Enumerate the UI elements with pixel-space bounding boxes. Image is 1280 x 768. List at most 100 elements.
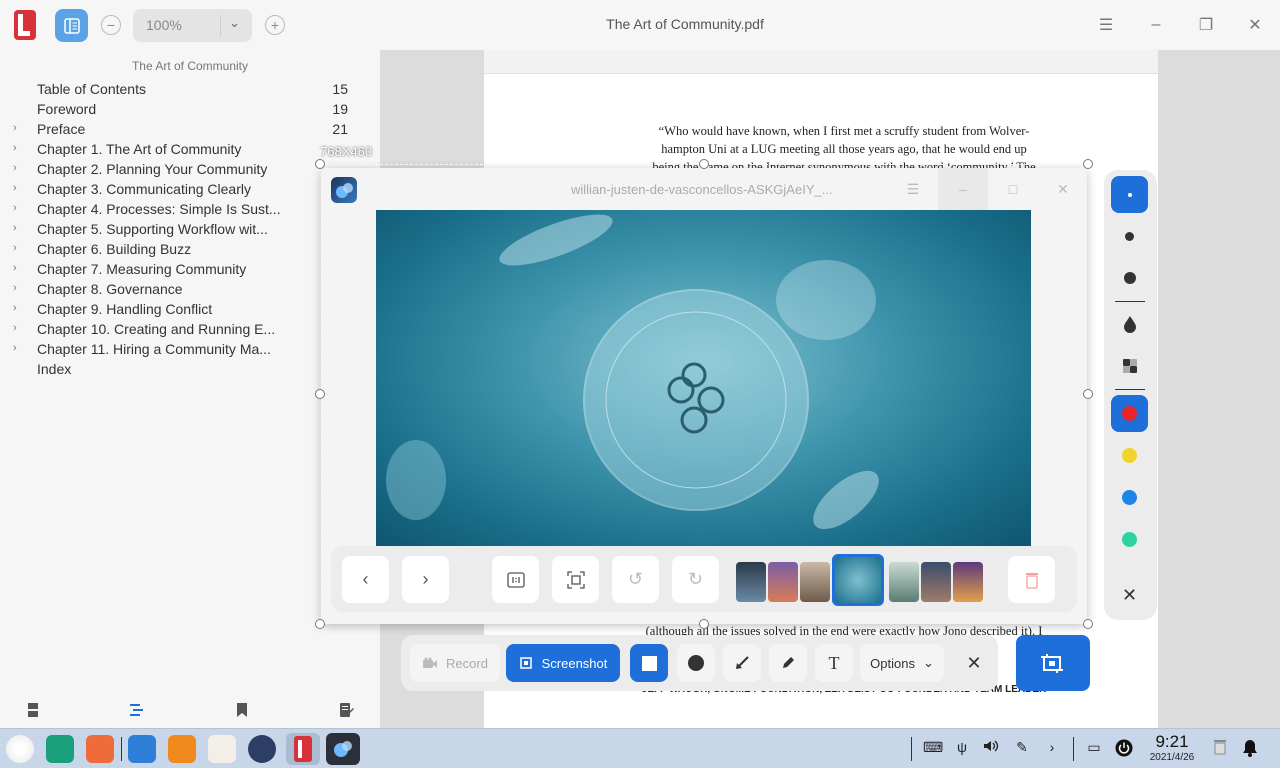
thumbnail[interactable] — [736, 562, 766, 602]
fit-to-window-icon — [566, 570, 585, 589]
thumbnail[interactable] — [921, 562, 951, 602]
file-manager-icon[interactable] — [86, 735, 114, 763]
chevron-right-icon[interactable]: › — [13, 342, 17, 354]
rotate-left-button[interactable]: ↺ — [612, 556, 659, 603]
resize-handle[interactable] — [1083, 389, 1093, 399]
toc-item[interactable]: Foreword 19 — [0, 100, 380, 120]
restore-button[interactable]: ❐ — [1193, 13, 1219, 37]
thumbnail[interactable] — [953, 562, 983, 602]
chevron-right-icon[interactable]: › — [13, 122, 17, 134]
arrow-tool-button[interactable] — [723, 644, 761, 682]
pen-tray-icon[interactable]: ✎ — [1013, 739, 1031, 757]
toc-item[interactable]: › Preface 21 — [0, 120, 380, 140]
resize-handle[interactable] — [315, 159, 325, 169]
thumbnail[interactable] — [800, 562, 830, 602]
close-button[interactable]: ✕ — [1242, 13, 1268, 37]
toc-item-title: Chapter 7. Measuring Community — [37, 261, 247, 277]
calendar-icon[interactable] — [208, 735, 236, 763]
pen-tool-button[interactable] — [769, 644, 807, 682]
package-icon[interactable] — [168, 735, 196, 763]
chevron-left-icon: ‹ — [362, 569, 369, 589]
viewer-close-button[interactable]: ✕ — [1051, 178, 1075, 200]
chevron-right-icon[interactable]: › — [13, 262, 17, 274]
settings-icon[interactable] — [248, 735, 276, 763]
chevron-right-icon[interactable]: › — [13, 182, 17, 194]
color-blue[interactable] — [1111, 479, 1148, 516]
thumbnails-tab-icon[interactable] — [25, 702, 41, 718]
multitask-view-icon[interactable] — [46, 735, 74, 763]
clock-date[interactable]: 2021/4/26 — [1141, 752, 1203, 763]
power-icon[interactable] — [1115, 739, 1133, 757]
blur-tool[interactable] — [1111, 305, 1148, 342]
notes-tab-icon[interactable] — [338, 702, 354, 718]
resize-handle[interactable] — [1083, 159, 1093, 169]
fit-window-button[interactable] — [552, 556, 599, 603]
menu-button[interactable]: ☰ — [1093, 13, 1119, 37]
thumbnail[interactable] — [768, 562, 798, 602]
brush-size-medium[interactable] — [1111, 218, 1148, 255]
onscreen-keyboard-icon[interactable]: ▭ — [1085, 739, 1103, 757]
notification-bell-icon[interactable] — [1241, 739, 1259, 757]
resize-handle[interactable] — [315, 389, 325, 399]
clock-time[interactable]: 9:21 — [1148, 732, 1196, 752]
bookmark-tab-icon[interactable] — [234, 702, 250, 718]
close-icon: ✕ — [966, 652, 982, 673]
resize-handle[interactable] — [315, 619, 325, 629]
viewer-maximize-button[interactable]: □ — [1001, 178, 1025, 200]
toc-item-title: Chapter 9. Handling Conflict — [37, 301, 213, 317]
viewer-menu-button[interactable]: ☰ — [901, 178, 925, 200]
previous-image-button[interactable]: ‹ — [342, 556, 389, 603]
viewer-title: willian-justen-de-vasconcellos-ASKGjAeIY… — [571, 182, 833, 197]
toc-item-title: Foreword — [37, 101, 97, 117]
trash-icon[interactable] — [1211, 739, 1229, 757]
palette-close-button[interactable]: ✕ — [1111, 577, 1148, 614]
options-dropdown[interactable]: Options ⌄ — [860, 644, 944, 682]
resize-handle[interactable] — [699, 159, 709, 169]
taskbar: ⌨ ψ ✎ › ▭ 9:21 2021/4/26 — [0, 728, 1280, 768]
color-yellow[interactable] — [1111, 437, 1148, 474]
app-store-icon[interactable] — [128, 735, 156, 763]
original-size-button[interactable] — [492, 556, 539, 603]
toc-item-title: Chapter 8. Governance — [37, 281, 183, 297]
chevron-right-icon[interactable]: › — [13, 142, 17, 154]
usb-icon[interactable]: ψ — [953, 739, 971, 757]
tray-expand-icon[interactable]: › — [1043, 739, 1061, 757]
color-red[interactable] — [1111, 395, 1148, 432]
chevron-right-icon[interactable]: › — [13, 162, 17, 174]
screenshot-button[interactable]: Screenshot — [506, 644, 620, 682]
toc-item-title: Chapter 3. Communicating Clearly — [37, 181, 251, 197]
launcher-icon[interactable] — [6, 735, 34, 763]
chevron-right-icon[interactable]: › — [13, 282, 17, 294]
brush-size-small[interactable] — [1111, 176, 1148, 213]
color-green[interactable] — [1111, 521, 1148, 558]
rotate-right-button[interactable]: ↻ — [672, 556, 719, 603]
arrow-icon — [736, 656, 749, 669]
minimize-button[interactable]: – — [1143, 13, 1169, 37]
chevron-right-icon[interactable]: › — [13, 302, 17, 314]
outline-tab-icon[interactable] — [129, 702, 145, 718]
capture-close-button[interactable]: ✕ — [958, 644, 990, 682]
mosaic-tool[interactable] — [1111, 347, 1148, 384]
resize-handle[interactable] — [1083, 619, 1093, 629]
brush-size-large[interactable] — [1111, 259, 1148, 296]
delete-image-button[interactable] — [1008, 556, 1055, 603]
record-button[interactable]: Record — [410, 644, 500, 682]
rectangle-tool-button[interactable] — [630, 644, 668, 682]
text-tool-button[interactable]: T — [815, 644, 853, 682]
ellipse-tool-button[interactable] — [677, 644, 715, 682]
image-viewer-taskbar-icon[interactable] — [326, 733, 360, 765]
chevron-right-icon[interactable]: › — [13, 322, 17, 334]
toc-item[interactable]: Table of Contents 15 — [0, 80, 380, 100]
viewer-minimize-button[interactable]: – — [951, 178, 975, 200]
chevron-right-icon[interactable]: › — [13, 222, 17, 234]
keyboard-icon[interactable]: ⌨ — [923, 739, 943, 757]
resize-handle[interactable] — [699, 619, 709, 629]
thumbnail-active[interactable] — [832, 554, 884, 606]
capture-confirm-button[interactable] — [1016, 635, 1090, 691]
thumbnail[interactable] — [889, 562, 919, 602]
next-image-button[interactable]: › — [402, 556, 449, 603]
document-viewer-taskbar-icon[interactable] — [286, 733, 320, 765]
chevron-right-icon[interactable]: › — [13, 242, 17, 254]
chevron-right-icon[interactable]: › — [13, 202, 17, 214]
volume-icon[interactable] — [982, 739, 1000, 757]
